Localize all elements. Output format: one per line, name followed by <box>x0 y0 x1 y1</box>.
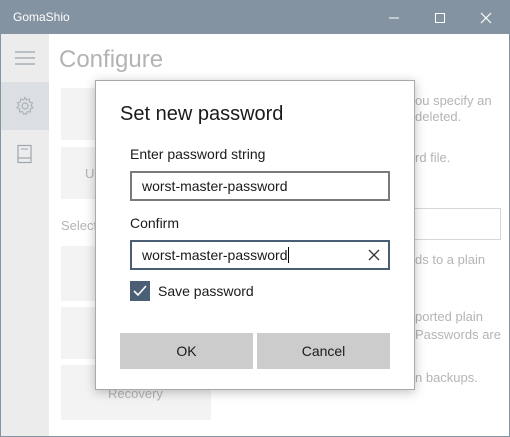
dialog-title: Set new password <box>120 103 284 125</box>
cancel-button[interactable]: Cancel <box>257 333 390 369</box>
checkmark-icon <box>133 285 147 297</box>
confirm-value-wrap: worst-master-password <box>142 247 290 263</box>
text-caret <box>288 247 290 263</box>
password-label: Enter password string <box>130 146 266 162</box>
clear-icon <box>368 249 380 261</box>
password-input[interactable]: worst-master-password <box>130 171 390 201</box>
confirm-label: Confirm <box>130 215 180 231</box>
save-password-label: Save password <box>158 283 254 299</box>
ok-button[interactable]: OK <box>120 333 253 369</box>
confirm-input[interactable]: worst-master-password <box>130 240 390 270</box>
clear-button[interactable] <box>364 245 384 265</box>
set-password-dialog: Set new password Enter password string w… <box>95 80 415 390</box>
confirm-value: worst-master-password <box>142 247 288 263</box>
save-password-checkbox[interactable] <box>130 281 150 301</box>
password-value: worst-master-password <box>142 178 288 194</box>
